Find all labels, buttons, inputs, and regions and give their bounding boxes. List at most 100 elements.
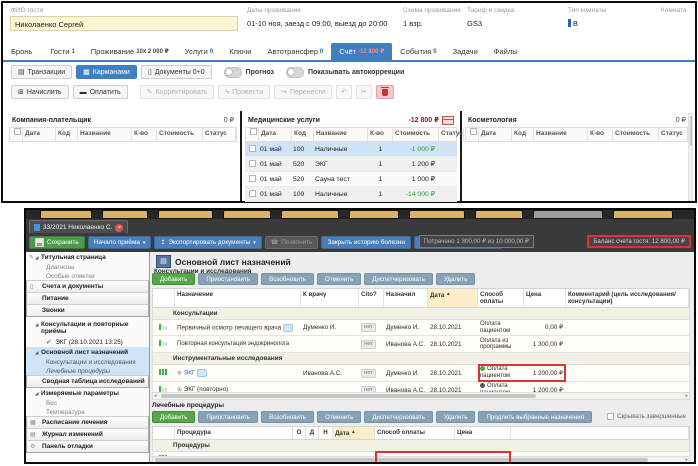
patient-tab[interactable]: [409, 210, 465, 219]
cancel-button[interactable]: Отменить: [317, 411, 361, 423]
tab-account[interactable]: Счёт-12 800 ₽: [331, 43, 392, 60]
group-instrumental: Инструментальные исследования: [152, 353, 690, 365]
tab-keys[interactable]: Ключи: [221, 43, 259, 60]
sidebar-item-diagnoses[interactable]: Диагнозы: [26, 263, 149, 272]
row-checkbox[interactable]: [249, 160, 256, 167]
start-visit-button[interactable]: Начало приёма▾: [88, 236, 152, 249]
comment-bubble-icon[interactable]: [283, 324, 293, 332]
add-button[interactable]: Добавить: [152, 411, 195, 423]
delete-charge-button[interactable]: [376, 85, 394, 99]
tab-stay[interactable]: Проживание10х 2 000 ₽: [83, 43, 177, 60]
procedures-hscrollbar[interactable]: ▸: [152, 456, 690, 462]
date-column-header[interactable]: Дата ▲: [428, 289, 478, 307]
gear-icon: ⚙: [30, 443, 35, 450]
guest-name-label: ФИО гостя: [11, 7, 43, 14]
sidebar-item-calls[interactable]: Звонки: [26, 304, 149, 317]
sidebar-item-consults-research[interactable]: Консультации и исследования: [26, 358, 149, 367]
card-icon: [442, 116, 454, 125]
pause-button[interactable]: Приостановить: [198, 273, 258, 285]
correct-button[interactable]: ✎Корректировать: [140, 85, 215, 99]
sidebar-item-summary-table[interactable]: Сводная таблица исследований: [26, 375, 149, 388]
select-all-checkbox[interactable]: [250, 128, 257, 135]
screen: ФИО гостя Николаенко Сергей Даты прожива…: [0, 0, 698, 466]
post-button[interactable]: ϟПровести: [218, 85, 270, 99]
guest-name-input[interactable]: Николаенко Сергей: [10, 16, 238, 31]
move-button[interactable]: ↪Перенести: [274, 85, 332, 99]
pay-button[interactable]: ▬Оплатить: [73, 85, 128, 99]
delete-button[interactable]: Удалить: [436, 273, 476, 285]
patient-tab[interactable]: [158, 210, 213, 219]
comment-bubble-icon[interactable]: [197, 369, 207, 377]
patient-tab[interactable]: [281, 210, 339, 219]
patient-tab[interactable]: [349, 210, 399, 219]
resume-button[interactable]: Возобновить: [261, 411, 314, 423]
select-all-checkbox[interactable]: [470, 128, 477, 135]
service-row[interactable]: 01 май100Наличные 1-1 000 ₽: [245, 142, 457, 157]
row-checkbox[interactable]: [249, 175, 256, 182]
transactions-button[interactable]: ▤Транзакции: [11, 65, 72, 79]
save-button[interactable]: Сохранить: [29, 236, 85, 249]
document-icon: ▯: [148, 69, 152, 76]
row-checkbox[interactable]: [249, 190, 256, 197]
panel-splitter[interactable]: [460, 111, 462, 201]
patient-tab[interactable]: [475, 210, 523, 219]
add-button[interactable]: Добавить: [152, 273, 195, 285]
tab-transfer[interactable]: Автотрансфер0: [260, 43, 332, 60]
ekg-link[interactable]: ЭКГ: [184, 370, 196, 377]
split-button[interactable]: ✂: [356, 85, 372, 99]
service-row[interactable]: 01 май520ЭКГ 11 200 ₽: [245, 157, 457, 172]
assignment-row[interactable]: Повторная консультация эндокринолога нет…: [152, 336, 690, 353]
assignments-hscrollbar[interactable]: ◂▸: [152, 392, 690, 400]
tab-files[interactable]: Файлы: [486, 43, 526, 60]
emr-window: 33/2021 Николаенко С. × Сохранить Начало…: [24, 208, 696, 464]
tab-bron[interactable]: Бронь: [3, 43, 42, 60]
close-history-button[interactable]: Закрыть историю болезни: [321, 236, 411, 249]
cancel-button[interactable]: Отменить: [317, 273, 361, 285]
resume-button[interactable]: Возобновить: [261, 273, 314, 285]
close-tab-icon[interactable]: ×: [115, 224, 123, 232]
sidebar-item-consultations[interactable]: ◢ Консультации и повторные приёмы: [26, 317, 149, 337]
sidebar-item-main-list[interactable]: ◢ Основной лист назначений: [26, 347, 149, 358]
undo-button[interactable]: ↶: [336, 85, 352, 99]
panel-splitter[interactable]: [240, 111, 242, 201]
patient-tab[interactable]: [223, 210, 271, 219]
delete-button[interactable]: Удалить: [436, 411, 476, 423]
pencil-icon: ✎: [147, 89, 153, 96]
sidebar-item-weight[interactable]: Вес: [26, 399, 149, 408]
hide-completed-control[interactable]: Скрывать завершенные: [605, 413, 686, 420]
charge-button[interactable]: ⊞Начислить: [11, 85, 69, 99]
date-column-header[interactable]: Дата ▲: [333, 427, 375, 439]
hide-completed-checkbox[interactable]: [607, 413, 614, 420]
documents-button[interactable]: ▯Документы 0+0: [141, 65, 212, 79]
company-payer-total: 0 ₽: [224, 116, 234, 124]
tab-guests[interactable]: Гости1: [42, 43, 82, 60]
extend-selected-button[interactable]: Продлить выбранные назначения: [478, 411, 592, 423]
tab-tasks[interactable]: Задачи: [445, 43, 486, 60]
patient-tab[interactable]: [102, 210, 148, 219]
row-checkbox[interactable]: [249, 145, 256, 152]
service-row[interactable]: 01 май100Наличные 1-14 000 ₽: [245, 187, 457, 202]
dispatch-button[interactable]: Диспетчеризовать: [364, 411, 433, 423]
tab-events[interactable]: События0: [392, 43, 444, 60]
call-button[interactable]: ☎Позвонить: [265, 236, 319, 249]
assignment-row[interactable]: ⊕ ЭКГ Иванова А.С. нет Думенко И. 28.10.…: [152, 365, 690, 382]
history-tab[interactable]: 33/2021 Николаенко С. ×: [29, 220, 128, 234]
export-documents-button[interactable]: ↥Экспортировать документы▾: [154, 236, 261, 249]
pause-button[interactable]: Приостановить: [198, 411, 258, 423]
sidebar-item-debug-panel[interactable]: ⚙ Панель отладки: [26, 440, 149, 453]
pockets-button[interactable]: ▦Карманами: [76, 65, 137, 79]
select-all-checkbox[interactable]: [14, 128, 21, 135]
sidebar-item-measured-params[interactable]: ◢ Измеряемые параметры: [26, 388, 149, 399]
forecast-toggle[interactable]: [224, 67, 242, 78]
dispatch-button[interactable]: Диспетчеризовать: [364, 273, 433, 285]
tariff-label: Тариф и скидка: [467, 7, 514, 14]
patient-tab[interactable]: [533, 210, 603, 219]
autocorrections-toggle[interactable]: [286, 67, 304, 78]
sidebar-item-title-page[interactable]: ✎ ◢ Титульная страница: [26, 252, 149, 263]
tab-services[interactable]: Услуги0: [177, 43, 221, 60]
patient-tab[interactable]: [613, 210, 673, 219]
assignment-row[interactable]: Первичный осмотр лечащего врача Думенко …: [152, 320, 690, 336]
patient-tab[interactable]: [40, 210, 92, 219]
service-row[interactable]: 01 май520Сауна тест 11 000 ₽: [245, 172, 457, 187]
sidebar-item-ekg-done[interactable]: ✔ ЭКГ (28.10.2021 13:25): [26, 337, 149, 347]
